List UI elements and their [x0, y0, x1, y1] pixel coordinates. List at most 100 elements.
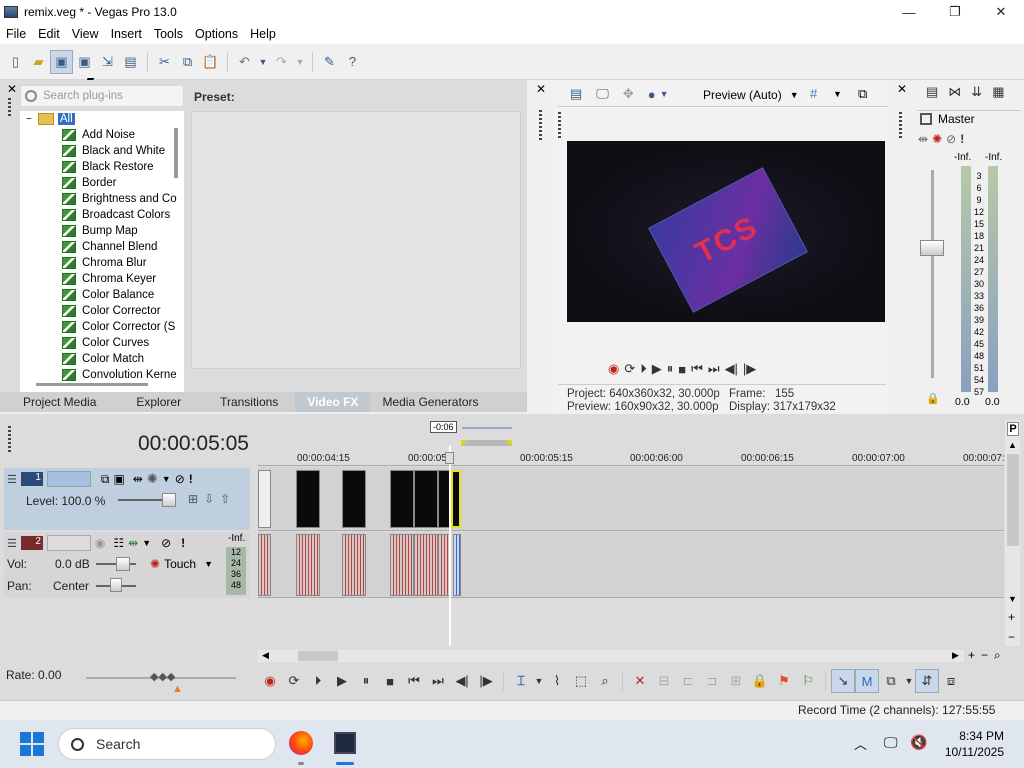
make-compositing-child-icon[interactable]: ⇹ [133, 472, 143, 486]
tree-horizontal-scrollbar[interactable] [36, 383, 148, 386]
video-clip[interactable] [390, 470, 414, 528]
cut-icon[interactable]: ✂ [153, 50, 176, 74]
ignore-grouping-icon[interactable]: ⧈ [939, 669, 963, 693]
volume-muted-icon[interactable]: 🔇 [910, 734, 927, 751]
tab-video-fx[interactable]: Video FX [295, 392, 371, 412]
mute-icon[interactable]: ⊘ [161, 536, 171, 550]
insert-region-icon[interactable]: ⚐ [796, 669, 820, 693]
audio-clip[interactable] [296, 534, 320, 596]
go-to-start-icon[interactable]: ⏮ [402, 669, 426, 693]
menu-help[interactable]: Help [244, 27, 282, 41]
pan-slider-handle[interactable] [110, 578, 122, 592]
zoom-tool-icon[interactable]: ⌕ [994, 648, 1001, 663]
zoom-out-horizontal-icon[interactable]: − [981, 648, 988, 663]
taskbar-search[interactable]: Search [58, 728, 276, 760]
preset-area[interactable] [191, 111, 521, 369]
downmix-icon[interactable]: ⋈ [948, 84, 961, 100]
selected-video-clip[interactable] [451, 470, 461, 528]
tab-project-media[interactable]: Project Media [23, 395, 96, 409]
play-from-start-icon[interactable]: ⏵ [306, 669, 330, 693]
plugin-list-item[interactable]: Border [62, 175, 117, 191]
master-bypass-icon[interactable]: ⊘ [946, 132, 956, 146]
trim-start-icon[interactable]: ⊏ [676, 669, 700, 693]
record-icon[interactable]: ◉ [608, 361, 619, 377]
preview-properties-icon[interactable]: ▤ [570, 86, 582, 102]
maximize-button[interactable]: ❐ [932, 0, 978, 24]
redo-dropdown-icon[interactable]: ▼ [293, 50, 307, 74]
solo-icon[interactable]: ! [181, 536, 185, 550]
plugin-list-item[interactable]: Convolution Kerne [62, 367, 177, 383]
arm-record-icon[interactable]: ◉ [95, 536, 105, 550]
menu-tools[interactable]: Tools [148, 27, 189, 41]
open-folder-icon[interactable]: ▰ [27, 50, 50, 74]
tab-transitions[interactable]: Transitions [220, 395, 278, 409]
panel-drag-handle[interactable] [899, 112, 902, 138]
audio-clip[interactable] [390, 534, 414, 596]
play-icon[interactable]: ▶ [652, 361, 662, 377]
plugin-list-item[interactable]: Color Corrector (S [62, 319, 175, 335]
menu-options[interactable]: Options [189, 27, 244, 41]
copy-icon[interactable]: ⧉ [176, 50, 199, 74]
menu-edit[interactable]: Edit [32, 27, 66, 41]
whats-this-help-icon[interactable]: ? [341, 50, 364, 74]
copy-snapshot-icon[interactable]: ⧉ [858, 86, 867, 102]
undo-icon[interactable]: ↶ [233, 50, 256, 74]
plugin-list-item[interactable]: Chroma Blur [62, 255, 147, 271]
expand-keyframes-icon[interactable]: ⇩ [204, 492, 214, 506]
automation-mode-dropdown[interactable]: ✺ Touch ▼ [150, 557, 213, 571]
master-fx-icon[interactable]: ✺ [932, 132, 942, 146]
loop-playback-icon[interactable]: ⟳ [624, 361, 635, 377]
show-hidden-icons-icon[interactable]: ︿ [854, 734, 867, 753]
plugin-list-item[interactable]: Channel Blend [62, 239, 157, 255]
mixer-window-icon[interactable]: ▦ [992, 84, 1004, 100]
plugin-list-item[interactable]: Brightness and Co [62, 191, 177, 207]
audio-clip[interactable] [342, 534, 366, 596]
panel-drag-handle[interactable] [8, 98, 11, 118]
close-mixer-icon[interactable]: ✕ [897, 82, 907, 96]
playhead-handle[interactable] [445, 452, 454, 464]
panel-drag-handle[interactable] [539, 110, 542, 140]
track-name-field[interactable] [46, 471, 91, 487]
track-expand-icon[interactable]: ☰ [7, 473, 17, 486]
lock-envelopes-icon[interactable]: ⇵ [915, 669, 939, 693]
plugin-list-item[interactable]: Broadcast Colors [62, 207, 170, 223]
stop-icon[interactable]: ■ [678, 362, 686, 377]
zoom-in-vertical-icon[interactable]: + [1008, 610, 1015, 624]
tab-media-generators[interactable]: Media Generators [382, 395, 478, 409]
redo-icon[interactable]: ↷ [270, 50, 293, 74]
zoom-out-vertical-icon[interactable]: − [1008, 630, 1015, 644]
solo-icon[interactable]: ! [189, 472, 193, 486]
plugin-search-input[interactable]: Search plug-ins [20, 85, 184, 107]
record-icon[interactable]: ◉ [258, 669, 282, 693]
overlays-dropdown-icon[interactable]: ▼ [660, 89, 669, 99]
plugin-list-item[interactable]: Chroma Keyer [62, 271, 156, 287]
timeline-vertical-thumb[interactable] [1007, 454, 1019, 546]
properties-icon[interactable]: ▤ [119, 50, 142, 74]
stop-icon[interactable]: ■ [378, 669, 402, 693]
enable-snapping-icon[interactable]: ✎ [318, 50, 341, 74]
video-clip[interactable] [296, 470, 320, 528]
scroll-up-icon[interactable]: ▲ [1008, 440, 1017, 450]
pause-icon[interactable]: ⏸ [354, 669, 378, 693]
mute-icon[interactable]: ⊘ [175, 472, 185, 486]
track-motion-icon[interactable]: ⧉ [101, 472, 110, 487]
go-to-end-icon[interactable]: ⏭ [708, 361, 720, 377]
audio-track-lane[interactable] [258, 532, 1004, 598]
plugin-list-item[interactable]: Black and White [62, 143, 165, 159]
track-keyframes-icon[interactable]: ⊞ [188, 492, 198, 506]
previous-frame-icon[interactable]: ◀| [450, 669, 474, 693]
plugin-list-item[interactable]: Color Match [62, 351, 144, 367]
save-icon[interactable]: ▣ [50, 49, 73, 74]
plugin-list-item[interactable]: Color Corrector [62, 303, 161, 319]
track-expand-icon[interactable]: ☰ [7, 537, 17, 550]
menu-view[interactable]: View [66, 27, 105, 41]
master-route-icon[interactable]: ⇹ [918, 132, 928, 146]
taskbar-clock[interactable]: 8:34 PM 10/11/2025 [944, 728, 1004, 760]
grid-dropdown-icon[interactable]: ▼ [833, 89, 842, 99]
new-file-icon[interactable]: ▯ [4, 50, 27, 74]
marker-toggle-icon[interactable]: P [1007, 422, 1019, 436]
go-to-start-icon[interactable]: ⏮ [691, 361, 703, 377]
save-as-icon[interactable]: ▣ [73, 50, 96, 74]
tree-root-all[interactable]: − All [26, 111, 75, 127]
close-preview-icon[interactable]: ✕ [536, 82, 546, 96]
